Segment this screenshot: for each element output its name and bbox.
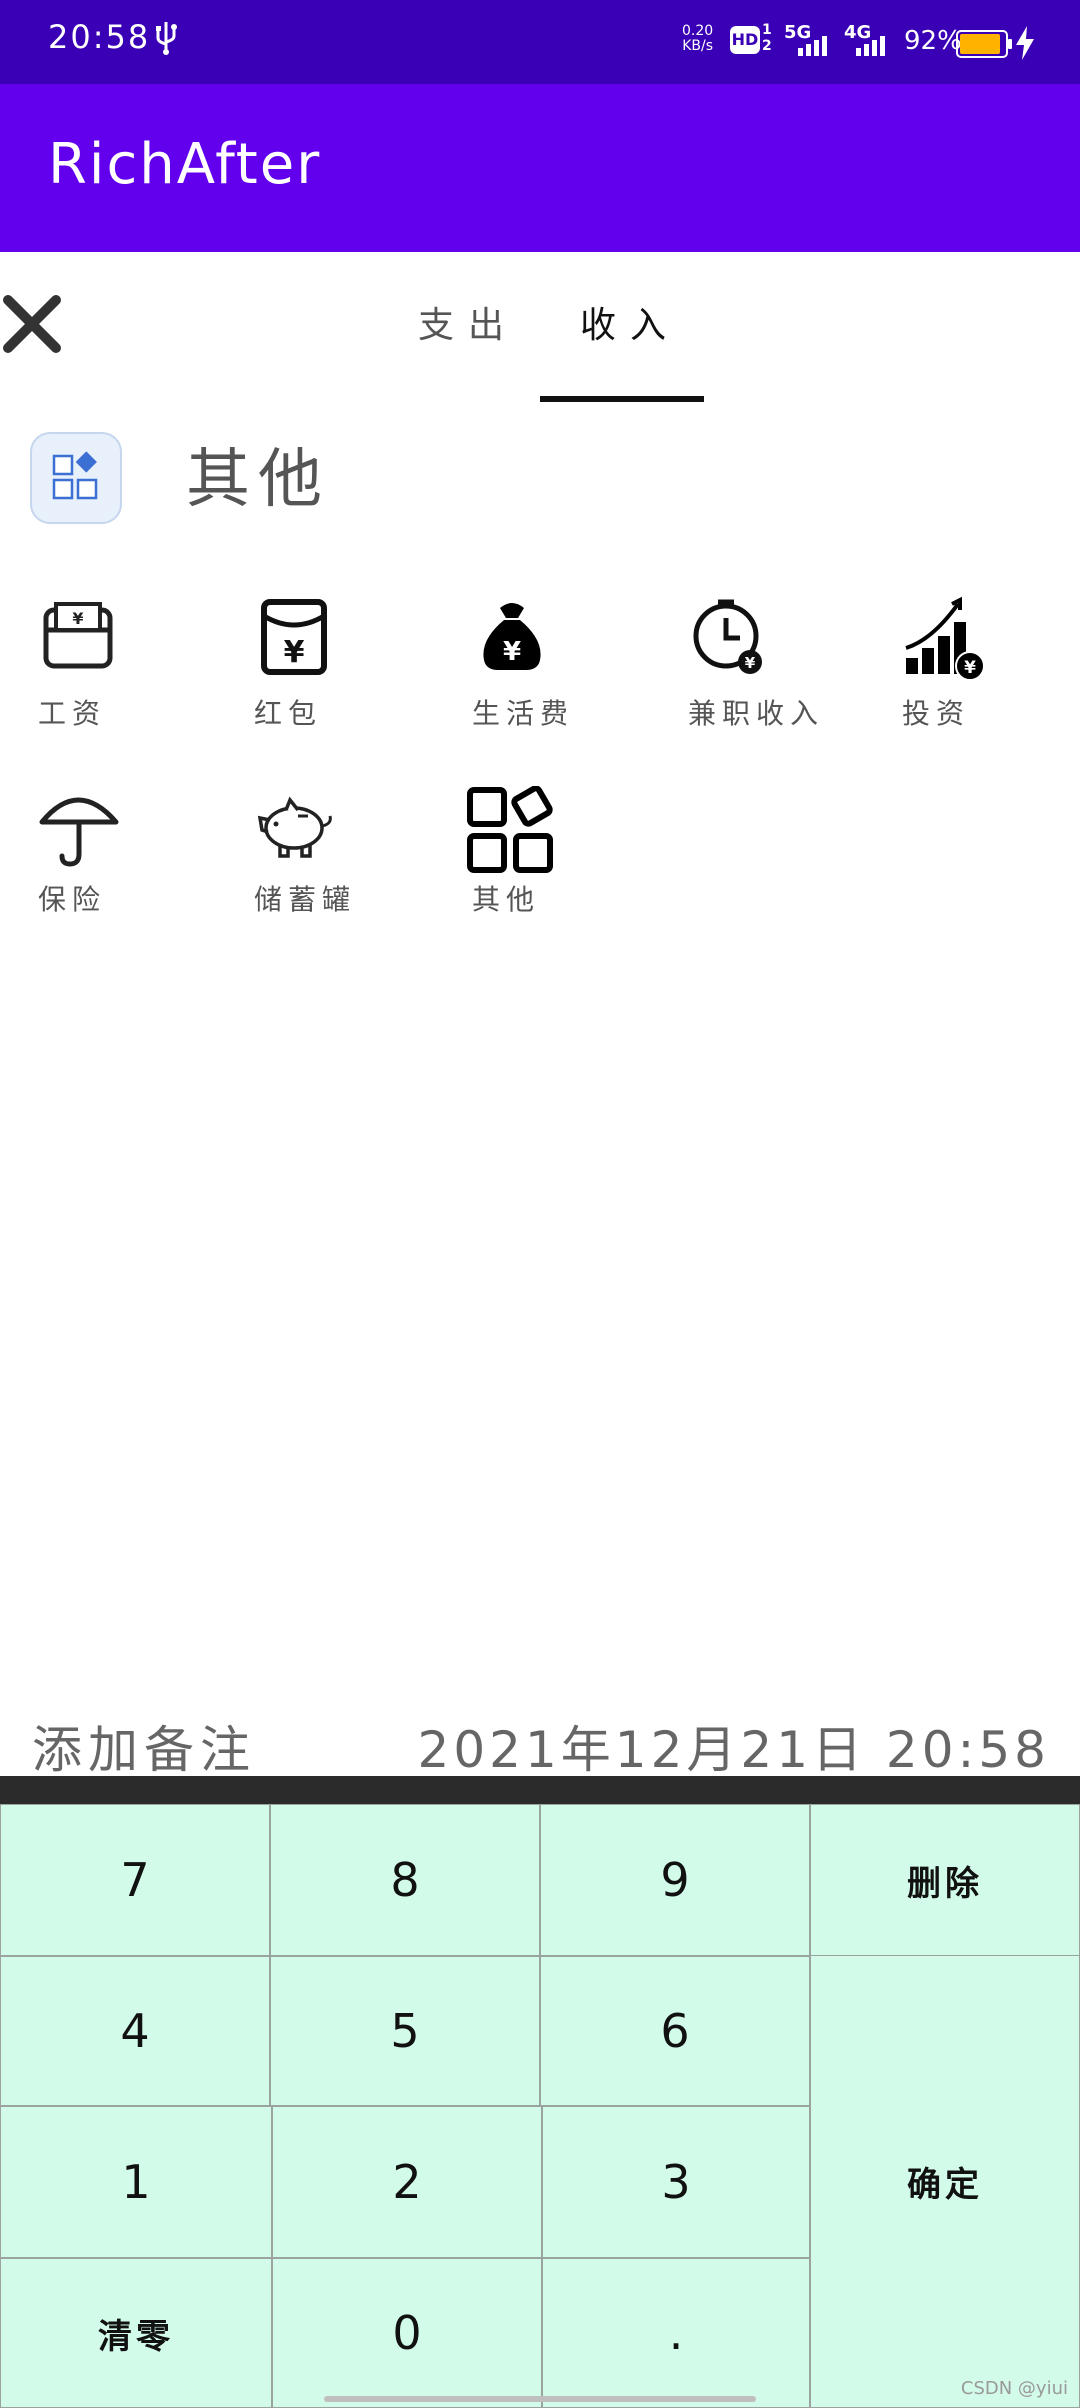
category-label: 投资 — [902, 697, 971, 730]
selected-category-label: 其他 — [186, 443, 330, 517]
delete-button[interactable]: 删除 — [810, 1804, 1080, 1956]
category-part-time[interactable]: ¥ 兼职收入 — [688, 596, 868, 776]
sim-bottom: 2 — [762, 38, 772, 54]
confirm-button[interactable]: 确定 — [810, 1956, 1080, 2408]
selected-category-icon — [30, 432, 122, 524]
piggy-bank-icon — [257, 796, 332, 858]
keypad-divider — [0, 1776, 1080, 1804]
signal-bars-icon — [798, 36, 827, 56]
clear-button[interactable]: 清零 — [0, 2258, 272, 2408]
hd-voice-icon: HD — [730, 26, 760, 54]
key-9[interactable]: 9 — [540, 1804, 810, 1956]
category-label: 储蓄罐 — [254, 883, 357, 916]
key-1[interactable]: 1 — [0, 2106, 272, 2258]
category-other[interactable]: 其他 — [466, 786, 646, 966]
app-bar: RichAfter — [0, 84, 1080, 252]
key-7[interactable]: 7 — [0, 1804, 270, 1956]
category-label: 保险 — [38, 883, 107, 916]
status-time: 20:58 — [48, 18, 151, 56]
key-0[interactable]: 0 — [272, 2258, 542, 2408]
umbrella-icon — [39, 797, 119, 867]
network-speed-unit: KB/s — [682, 38, 713, 54]
category-label: 生活费 — [472, 697, 575, 730]
battery-percent: 92% — [904, 26, 962, 56]
svg-text:¥: ¥ — [964, 658, 976, 678]
growth-chart-icon: ¥ — [905, 596, 985, 681]
svg-text:¥: ¥ — [745, 654, 756, 672]
key-8[interactable]: 8 — [270, 1804, 540, 1956]
tab-expense[interactable]: 支出 — [418, 296, 518, 348]
note-date-row: 添加备注 2021年12月21日 20:58 — [0, 1700, 1080, 1779]
wallet-yen-icon: ¥ — [43, 602, 113, 669]
network-speed: 0.20 KB/s — [682, 24, 713, 54]
svg-text:¥: ¥ — [72, 609, 83, 628]
clock-yen-icon: ¥ — [693, 599, 762, 674]
key-6[interactable]: 6 — [540, 1956, 810, 2106]
battery-icon — [956, 30, 1012, 58]
date-time-picker[interactable]: 2021年12月21日 20:58 — [418, 1710, 1050, 1782]
category-label: 工资 — [38, 697, 107, 730]
money-bag-icon: ¥ — [483, 603, 541, 670]
gesture-bar[interactable] — [324, 2396, 756, 2402]
category-label: 兼职收入 — [688, 697, 825, 730]
key-4[interactable]: 4 — [0, 1956, 270, 2106]
add-note-field[interactable]: 添加备注 — [32, 1710, 256, 1782]
sim-top: 1 — [762, 22, 772, 38]
red-envelope-icon: ¥ — [261, 599, 327, 675]
category-investment[interactable]: ¥ 投资 — [902, 596, 1080, 776]
svg-text:¥: ¥ — [284, 635, 305, 670]
usb-icon — [156, 22, 177, 55]
tab-income[interactable]: 收入 — [580, 296, 680, 348]
charging-icon — [1016, 26, 1034, 60]
key-dot[interactable]: . — [542, 2258, 810, 2408]
category-piggy-bank[interactable]: 储蓄罐 — [254, 786, 434, 966]
status-bar: 20:58 0.20 KB/s HD 1 2 5G 4G 92% — [0, 0, 1080, 84]
app-title: RichAfter — [48, 132, 322, 197]
sim-indicator: 1 2 — [762, 22, 772, 54]
network-speed-value: 0.20 — [682, 23, 714, 39]
category-label: 红包 — [254, 697, 323, 730]
key-5[interactable]: 5 — [270, 1956, 540, 2106]
category-living-expense[interactable]: ¥ 生活费 — [472, 596, 652, 776]
category-label: 其他 — [472, 883, 541, 916]
type-tabs: 支出 收入 — [0, 252, 1080, 402]
category-salary[interactable]: ¥ 工资 — [38, 596, 218, 776]
category-red-envelope[interactable]: ¥ 红包 — [254, 596, 434, 776]
category-insurance[interactable]: 保险 — [38, 786, 218, 966]
signal-bars-2-icon — [856, 36, 885, 56]
other-grid-icon — [52, 451, 98, 500]
key-2[interactable]: 2 — [272, 2106, 542, 2258]
watermark: CSDN @yiui — [960, 2378, 1068, 2399]
svg-text:¥: ¥ — [503, 637, 521, 667]
key-3[interactable]: 3 — [542, 2106, 810, 2258]
tab-indicator — [540, 396, 704, 402]
other-grid-icon — [467, 786, 553, 873]
